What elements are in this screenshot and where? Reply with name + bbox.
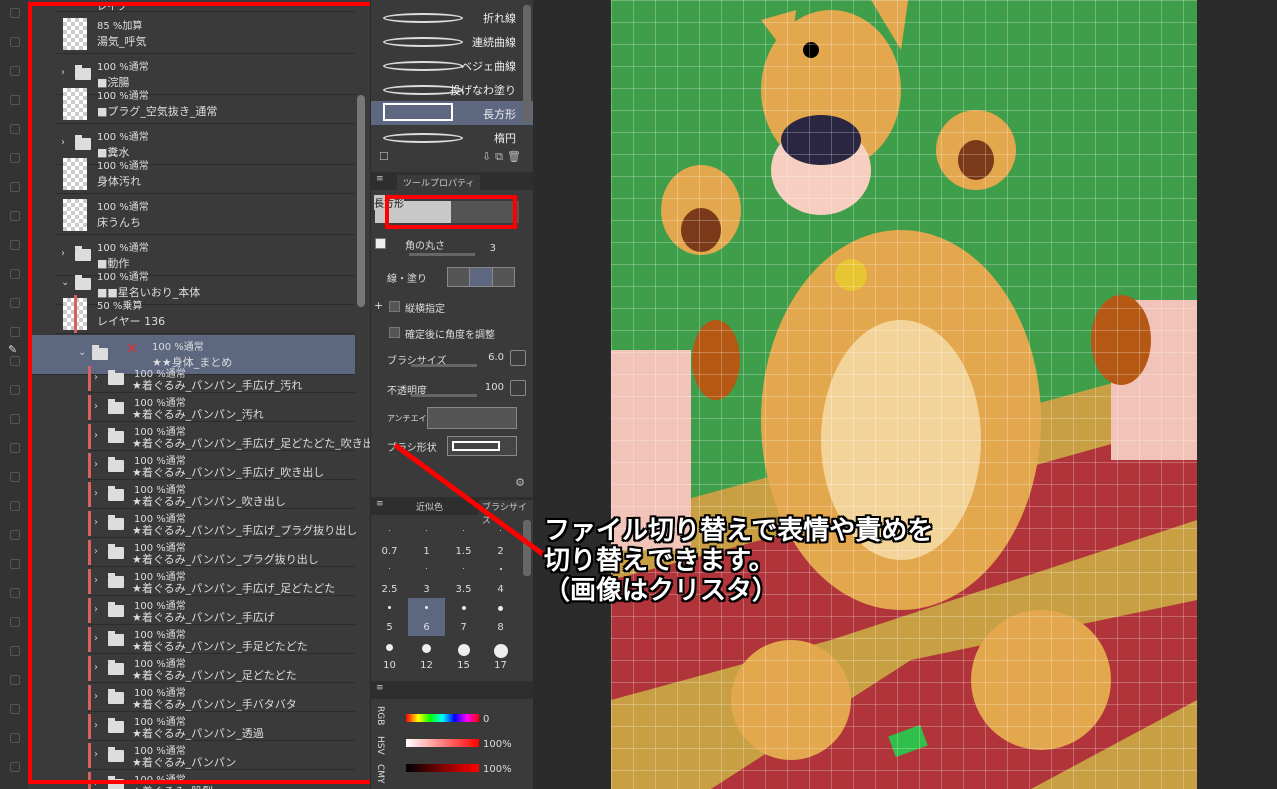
annotation-line1: ファイル切り替えで表情や責めを (544, 516, 934, 546)
annotation-line2: 切り替えできます。 (544, 546, 775, 576)
annotation-caption: ファイル切り替えで表情や責めを 切り替えできます。 （画像はクリスタ） (544, 516, 933, 606)
app-window: レイフ 85 %加算 湯気_呼気 › 100 %通常 ■浣腸 100 %通常 ■プラグ_空気抜… (0, 0, 1277, 789)
annotation-line3: （画像はクリスタ） (544, 576, 779, 606)
annotation-pointer (393, 442, 546, 558)
